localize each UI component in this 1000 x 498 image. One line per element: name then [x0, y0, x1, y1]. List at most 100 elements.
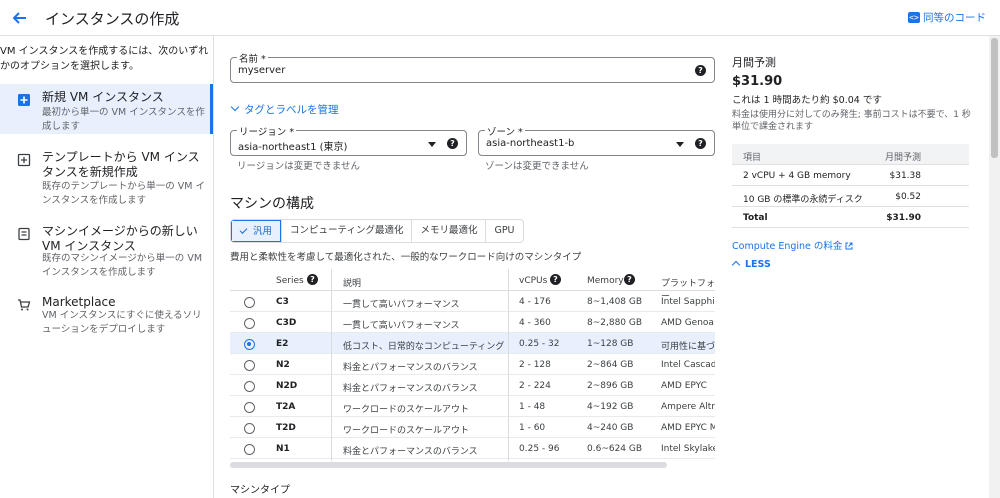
option-description: 既存のテンプレートから単一の VM インスタンスを作成します [42, 181, 205, 206]
pricing-link[interactable]: Compute Engine の料金 [732, 238, 853, 252]
cell-vcpus: 0.25 - 32 [519, 339, 560, 349]
cell-memory: 4~192 GB [587, 402, 634, 412]
billing-note: 料金は使用分に対してのみ発生; 事前コストは不要で、1 秒単位で課金されます [732, 110, 971, 132]
estimate-total-row: Total $31.90 [732, 207, 969, 228]
estimate-item: 10 GB の標準の永続ディスク [743, 195, 863, 205]
cell-vcpus: 1 - 60 [519, 423, 546, 433]
cell-desc: 料金とパフォーマンスのバランス [343, 447, 478, 457]
cell-desc: 一貫して高いパフォーマンス [343, 300, 460, 310]
chevron-down-icon [230, 102, 240, 112]
cell-vcpus: 2 - 128 [519, 360, 551, 370]
cell-desc: ワークロードのスケールアウト [343, 405, 470, 415]
estimate-row: 10 GB の標準の永続ディスク $0.52 [732, 186, 969, 207]
cell-series: C3D [276, 318, 297, 328]
cell-vcpus: 1 - 48 [519, 402, 546, 412]
table-row[interactable]: N1 料金とパフォーマンスのバランス 0.25 - 96 0.6~624 GB Inte… [230, 438, 715, 459]
column-header-vcpus: vCPUs [519, 276, 548, 286]
series-radio-button[interactable] [244, 318, 255, 329]
option-from-template[interactable]: テンプレートから VM インスタンスを新規作成 既存のテンプレートから単一の V… [0, 144, 213, 206]
estimate-price: $31.90 [732, 74, 783, 89]
zone-hint: ゾーンは変更できません [485, 161, 589, 172]
dropdown-arrow-icon [676, 142, 684, 147]
template-add-icon [17, 153, 31, 167]
table-horizontal-scrollbar[interactable] [230, 462, 667, 468]
estimate-table: 項目 月間予測 2 vCPU + 4 GB memory $31.38 10 G… [732, 144, 969, 228]
help-icon[interactable]: ? [695, 138, 706, 149]
header-item: 項目 [743, 153, 762, 163]
back-arrow-icon[interactable] [10, 8, 30, 28]
series-radio-button[interactable] [244, 339, 255, 350]
machine-config-title: マシンの構成 [230, 196, 314, 212]
estimate-item: 2 vCPU + 4 GB memory [743, 171, 851, 181]
add-box-icon [18, 94, 30, 106]
table-row[interactable]: N2 料金とパフォーマンスのバランス 2 - 128 2~864 GB Intel Ca… [230, 354, 715, 375]
column-header-series: Series [276, 276, 304, 286]
table-row[interactable]: C3 一貫して高いパフォーマンス 4 - 176 8~1,408 GB Intel Sa… [230, 291, 715, 312]
series-radio-button[interactable] [244, 297, 255, 308]
estimate-table-header: 項目 月間予測 [732, 144, 969, 165]
cell-series: C3 [276, 297, 289, 307]
cell-series: T2D [276, 423, 296, 433]
series-radio-button[interactable] [244, 423, 255, 434]
help-icon[interactable]: ? [307, 274, 318, 285]
tags-link-label: タグとラベルを管理 [244, 104, 339, 116]
machine-family-description: 費用と柔軟性を考慮して最適化された、一般的なワークロード向けのマシンタイプ [230, 252, 582, 263]
table-row[interactable]: N2D 料金とパフォーマンスのバランス 2 - 224 2~896 GB AMD EPY… [230, 375, 715, 396]
column-divider [331, 269, 332, 461]
table-row[interactable]: T2D ワークロードのスケールアウト 1 - 60 4~240 GB AMD EPYC … [230, 417, 715, 438]
tab-memory-optimized[interactable]: メモリ最適化 [411, 220, 485, 242]
help-icon[interactable]: ? [550, 274, 561, 285]
cell-series: N1 [276, 444, 290, 454]
table-row[interactable]: T2A ワークロードのスケールアウト 1 - 48 4~192 GB Ampere Al… [230, 396, 715, 417]
cell-memory: 1~128 GB [587, 339, 634, 349]
tab-compute-optimized[interactable]: コンピューティング最適化 [281, 220, 411, 242]
name-field[interactable]: 名前 * myserver ? [230, 51, 715, 83]
cell-series: E2 [276, 339, 289, 349]
zone-value: asia-northeast1-b [486, 138, 575, 149]
zone-select[interactable]: ゾーン * asia-northeast1-b ? [478, 124, 715, 156]
option-new-vm-instance[interactable]: 新規 VM インスタンス 最初から単一の VM インスタンスを作成します [0, 84, 213, 134]
help-icon[interactable]: ? [447, 138, 458, 149]
top-bar: インスタンスの作成 <> 同等のコード [0, 0, 1000, 36]
estimate-row: 2 vCPU + 4 GB memory $31.38 [732, 165, 969, 186]
help-icon[interactable]: ? [624, 274, 635, 285]
less-toggle[interactable]: LESS [731, 259, 771, 270]
cell-desc: 料金とパフォーマンスのバランス [343, 384, 478, 394]
column-header-memory: Memory [587, 276, 624, 286]
series-radio-button[interactable] [244, 444, 255, 455]
series-radio-button[interactable] [244, 381, 255, 392]
table-row[interactable]: E2 低コスト、日常的なコンピューティング 0.25 - 32 1~128 GB 可用性… [230, 333, 715, 354]
help-icon[interactable]: ? [695, 65, 706, 76]
name-value[interactable]: myserver [238, 65, 285, 76]
series-radio-button[interactable] [244, 402, 255, 413]
total-value: $31.90 [886, 213, 921, 223]
equivalent-code-link[interactable]: <> 同等のコード [908, 10, 986, 25]
estimate-cost: $31.38 [889, 171, 922, 181]
cell-memory: 2~864 GB [587, 360, 634, 370]
code-icon: <> [908, 12, 920, 23]
cell-platform: 可用性に基づく [661, 342, 715, 352]
options-intro: VM インスタンスを作成するには、次のいずれかのオプションを選択します。 [0, 46, 209, 72]
scrollbar-thumb[interactable] [991, 38, 998, 158]
creation-options-panel: VM インスタンスを作成するには、次のいずれかのオプションを選択します。 新規 … [0, 36, 214, 498]
tab-gpu[interactable]: GPU [485, 220, 522, 242]
machine-family-tabs: 汎用 コンピューティング最適化 メモリ最適化 GPU [230, 219, 524, 243]
option-marketplace[interactable]: Marketplace VM インスタンスにすぐに使えるソリューションをデプロイ… [0, 289, 213, 339]
cell-platform: Ampere Altra A [661, 402, 715, 412]
page-vertical-scrollbar[interactable] [989, 36, 1000, 498]
series-radio-button[interactable] [244, 360, 255, 371]
table-row[interactable]: C3D 一貫して高いパフォーマンス 4 - 360 8~2,880 GB AMD Gen… [230, 312, 715, 333]
region-value: asia-northeast1 (東京) [238, 142, 348, 153]
table-header: Series ? 説明 vCPUs ? Memory ? プラットフォー [230, 269, 715, 302]
option-title: Marketplace [42, 295, 116, 309]
option-from-machine-image[interactable]: マシンイメージからの新しい VM インスタンス 既存のマシンイメージから単一の … [0, 218, 213, 280]
cell-vcpus: 0.25 - 96 [519, 444, 560, 454]
dropdown-arrow-icon [428, 142, 436, 147]
cell-memory: 2~896 GB [587, 381, 634, 391]
region-select[interactable]: リージョン * asia-northeast1 (東京) ? [230, 124, 467, 156]
estimate-cost: $0.52 [895, 192, 921, 202]
manage-tags-labels-link[interactable]: タグとラベルを管理 [230, 102, 339, 117]
cell-series: N2D [276, 381, 298, 391]
monthly-estimate-panel: 月間予測 $31.90 これは 1 時間あたり約 $0.04 です 料金は使用分… [725, 36, 985, 498]
tab-general-purpose[interactable]: 汎用 [231, 220, 282, 242]
